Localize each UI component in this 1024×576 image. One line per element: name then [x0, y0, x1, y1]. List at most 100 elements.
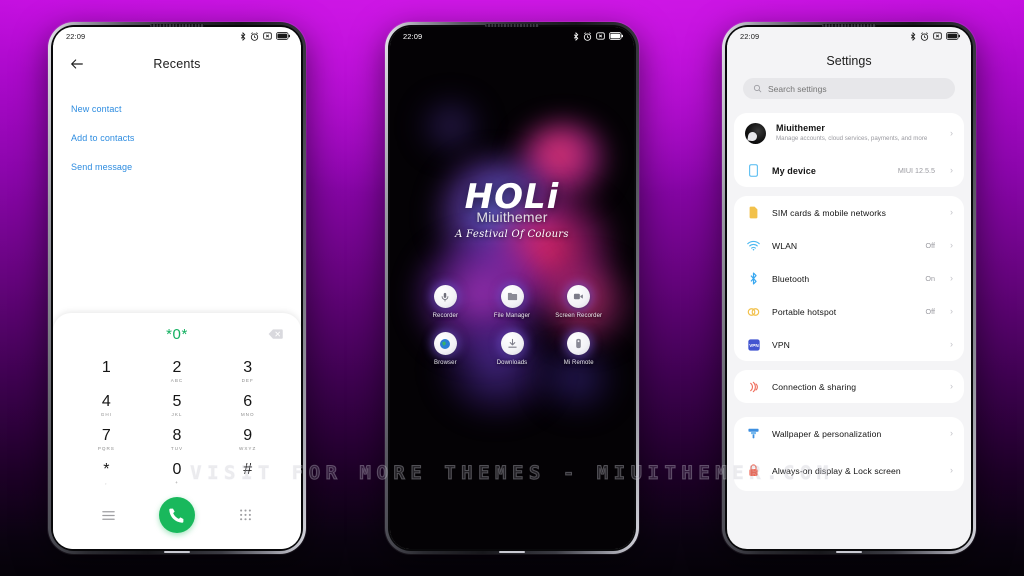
app-label: File Manager [493, 313, 531, 319]
app-recorder[interactable]: Recorder [412, 285, 479, 320]
bottom-notch [836, 551, 862, 553]
row-value: Off [925, 307, 935, 316]
status-icons [240, 31, 290, 41]
file-manager-icon [500, 285, 524, 308]
row-value: On [925, 274, 935, 283]
phone1-header: Recents New contact Add to contacts Send… [53, 45, 301, 184]
bluetooth-icon [573, 31, 579, 41]
row-label: SIM cards & mobile networks [772, 207, 886, 218]
settings-row-my-device[interactable]: My device MIUI 12.5.5 › [734, 154, 964, 187]
app-downloads[interactable]: Downloads [479, 332, 546, 367]
settings-row-vpn[interactable]: VPN VPN › [734, 328, 964, 361]
key-0[interactable]: 0 + [142, 457, 213, 491]
dialed-number[interactable]: *0* [166, 326, 188, 343]
settings-row-bluetooth[interactable]: Bluetooth On › [734, 262, 964, 295]
key-letters: WXYZ [239, 446, 257, 451]
row-text: My device [772, 166, 888, 176]
dialpad-row: *, 0 + # [71, 457, 283, 491]
settings-card-account: Miuithemer Manage accounts, cloud servic… [734, 113, 964, 187]
row-label: Wallpaper & personalization [772, 428, 882, 439]
settings-row-always-on-display[interactable]: Always-on display & Lock screen › [734, 450, 964, 491]
alarm-icon [583, 31, 592, 41]
key-7[interactable]: 7 PQRS [71, 423, 142, 457]
row-label: Portable hotspot [772, 306, 837, 317]
key-hash[interactable]: # [212, 457, 283, 491]
action-add-to-contacts[interactable]: Add to contacts [71, 126, 283, 155]
app-browser[interactable]: Browser [412, 332, 479, 367]
app-screen-recorder[interactable]: Screen Recorder [545, 285, 612, 320]
keypad-icon[interactable] [238, 508, 253, 523]
backspace-icon[interactable] [268, 329, 283, 340]
key-digit: 0 [172, 461, 182, 478]
key-3[interactable]: 3 DEF [212, 355, 283, 389]
bottom-notch [499, 551, 525, 553]
recorder-icon [433, 285, 457, 308]
status-time: 22:09 [66, 31, 86, 41]
dialpad-bottom-bar [53, 491, 301, 549]
settings-row-sim-cards[interactable]: SIM cards & mobile networks › [734, 196, 964, 229]
battery-icon [946, 32, 960, 40]
alarm-icon [250, 31, 259, 41]
battery-icon [276, 32, 290, 40]
settings-row-account[interactable]: Miuithemer Manage accounts, cloud servic… [734, 113, 964, 154]
settings-row-wlan[interactable]: WLAN Off › [734, 229, 964, 262]
phone1-statusbar: 22:09 [53, 27, 301, 45]
search-bar[interactable] [743, 78, 955, 99]
screen-recorder-icon [567, 285, 591, 308]
app-file-manager[interactable]: File Manager [479, 285, 546, 320]
settings-list: Miuithemer Manage accounts, cloud servic… [727, 104, 971, 549]
key-letters: GHI [100, 412, 112, 417]
action-send-message[interactable]: Send message [71, 155, 283, 184]
search-input[interactable] [768, 83, 945, 94]
dialpad-keys: 1 2 ABC 3 DEF 4 GHI 5 JKL 6 MNO 7 PQRS 8 TUV 9 W… [53, 349, 301, 491]
dialpad-row: 4 GHI 5 JKL 6 MNO [71, 389, 283, 423]
key-6[interactable]: 6 MNO [212, 389, 283, 423]
settings-row-connection-sharing[interactable]: Connection & sharing › [734, 370, 964, 403]
action-links: New contact Add to contacts Send message [53, 83, 301, 184]
call-button[interactable] [158, 497, 195, 533]
mi-remote-icon [567, 332, 591, 356]
key-5[interactable]: 5 JKL [142, 389, 213, 423]
row-text: Always-on display & Lock screen [772, 466, 940, 476]
row-text: Wallpaper & personalization [772, 429, 940, 439]
app-mi-remote[interactable]: Mi Remote [545, 332, 612, 367]
vpn-icon: VPN [745, 338, 762, 351]
key-star[interactable]: *, [71, 457, 142, 491]
phone2-statusbar: 22:09 [390, 27, 634, 45]
key-1[interactable]: 1 [71, 355, 142, 389]
chevron-right-icon: › [950, 381, 953, 391]
key-2[interactable]: 2 ABC [142, 355, 213, 389]
silent-icon [263, 32, 272, 40]
menu-icon[interactable] [101, 508, 116, 523]
key-letters: JKL [171, 412, 183, 417]
phone3-screen: 22:09 Settings Search settings Miuitheme… [727, 27, 971, 549]
status-time: 22:09 [403, 31, 423, 41]
wifi-icon [745, 240, 762, 251]
bluetooth-icon [910, 31, 916, 41]
key-digit: 7 [101, 427, 111, 444]
search-icon [753, 84, 762, 93]
app-row: Browser Downloads Mi Remote [390, 332, 634, 367]
key-letters: ABC [170, 378, 184, 383]
phone2-screen: 22:09 HOLi Miuithemer A Festival Of Colo… [390, 27, 634, 549]
settings-row-wallpaper[interactable]: Wallpaper & personalization › [734, 417, 964, 450]
key-9[interactable]: 9 WXYZ [212, 423, 283, 457]
app-label: Recorder [432, 313, 459, 319]
row-label: Bluetooth [772, 273, 810, 284]
chevron-right-icon: › [950, 273, 953, 283]
key-digit: 6 [243, 393, 253, 410]
account-subtitle: Manage accounts, cloud services, payment… [776, 135, 928, 142]
bottom-notch [164, 551, 190, 553]
key-4[interactable]: 4 GHI [71, 389, 142, 423]
chevron-right-icon: › [950, 207, 953, 217]
device-icon [745, 164, 762, 177]
settings-row-portable-hotspot[interactable]: Portable hotspot Off › [734, 295, 964, 328]
settings-card-personalization: Wallpaper & personalization › Always-on … [734, 417, 964, 491]
downloads-icon [500, 332, 524, 356]
chevron-right-icon: › [950, 165, 953, 175]
chevron-right-icon: › [950, 465, 953, 475]
row-label: My device [772, 165, 816, 176]
action-new-contact[interactable]: New contact [71, 97, 283, 126]
key-8[interactable]: 8 TUV [142, 423, 213, 457]
